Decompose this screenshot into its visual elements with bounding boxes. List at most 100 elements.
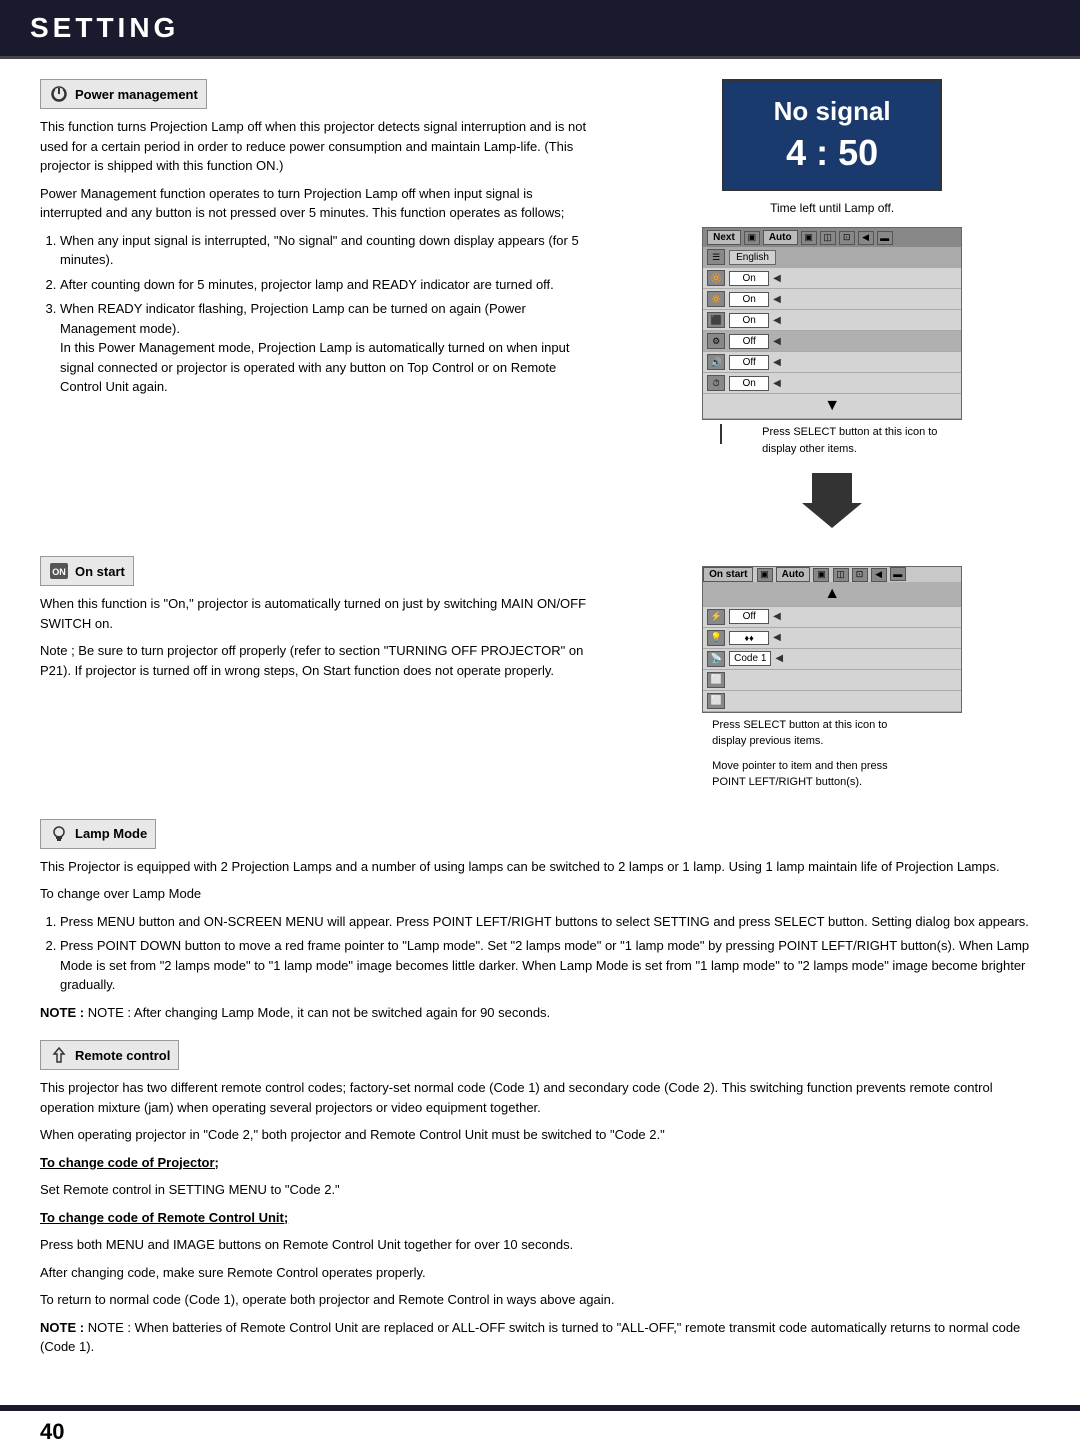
- lamp-note: NOTE : NOTE : After changing Lamp Mode, …: [40, 1003, 1040, 1023]
- remote-para1: This projector has two different remote …: [40, 1078, 1040, 1117]
- on-start-icon: ON: [49, 561, 69, 581]
- row-arrow-off1: ◀: [773, 336, 781, 347]
- row-arrow-on2: ◀: [773, 294, 781, 305]
- menu-icon-2-4: ⊡: [852, 568, 868, 582]
- after-change-text: After changing code, make sure Remote Co…: [40, 1263, 1040, 1283]
- menu-row-lang: ☰ English: [703, 247, 961, 268]
- row-arrow-lamp1: ◀: [773, 632, 781, 643]
- change-projector-label-text: To change code of Projector;: [40, 1155, 219, 1170]
- annotation-2-text: Press SELECT button at this icon to disp…: [712, 717, 912, 750]
- row-icon-on1: 🔆: [707, 270, 725, 286]
- up-arrow-icon: ▲: [824, 585, 840, 603]
- row-arrow-code: ◀: [775, 653, 783, 664]
- row-arrow-off-start: ◀: [773, 611, 781, 622]
- annotation-1-text: Press SELECT button at this icon to disp…: [762, 424, 962, 457]
- menu-bar-1: Next ▣ Auto ▣ ◫ ⊡ ◀ ▬: [703, 228, 961, 247]
- power-management-left: Power management This function turns Pro…: [40, 79, 594, 536]
- row-value-code: Code 1: [729, 651, 771, 666]
- row-icon-on2: 🔅: [707, 291, 725, 307]
- menu-icon-4: ⊡: [839, 231, 855, 245]
- row-icon-code: 📡: [707, 651, 725, 667]
- row-arrow-off2: ◀: [773, 357, 781, 368]
- lamp-step-1: Press MENU button and ON-SCREEN MENU wil…: [60, 912, 1040, 932]
- menu-icon-2-5: ◀: [871, 568, 887, 582]
- menu-row-off-start: ⚡ Off ◀: [703, 607, 961, 628]
- lamp-note-bold: NOTE :: [40, 1005, 84, 1020]
- menu-icon-2-1: ▣: [757, 568, 773, 582]
- on-start-para1: When this function is "On," projector is…: [40, 594, 594, 633]
- no-signal-display: No signal 4 : 50: [722, 79, 942, 191]
- english-value: English: [729, 250, 776, 265]
- arrow-down: [802, 473, 862, 528]
- menu-row-up: ▲: [703, 582, 961, 607]
- menu-ui-1: Next ▣ Auto ▣ ◫ ⊡ ◀ ▬ ☰ English 🔆: [702, 227, 962, 420]
- change-remote-text: Press both MENU and IMAGE buttons on Rem…: [40, 1235, 1040, 1255]
- menu-row-blank2: ⬜: [703, 691, 961, 712]
- row-icon-lang: ☰: [707, 249, 725, 265]
- annotation-3-text: Move pointer to item and then press POIN…: [712, 758, 912, 791]
- annotation-1-block: Press SELECT button at this icon to disp…: [702, 424, 962, 465]
- power-item-3: When READY indicator flashing, Projectio…: [60, 299, 594, 397]
- remote-note: NOTE : NOTE : When batteries of Remote C…: [40, 1318, 1040, 1357]
- menu-row-code: 📡 Code 1 ◀: [703, 649, 961, 670]
- no-signal-title: No signal: [754, 96, 910, 127]
- on-start-left: ON On start When this function is "On," …: [40, 556, 594, 799]
- menu-bar-2: On start ▣ Auto ▣ ◫ ⊡ ◀ ▬: [703, 567, 961, 582]
- row-arrow-on3: ◀: [773, 315, 781, 326]
- menu-icon-3: ◫: [820, 231, 836, 245]
- menu-icon-5: ◀: [858, 231, 874, 245]
- on-start-annotations: Press SELECT button at this icon to disp…: [702, 717, 962, 799]
- menu-row-off1: ⚙ Off ◀: [703, 331, 961, 352]
- menu-row-lamp1: 💡 ♦♦ ◀: [703, 628, 961, 649]
- lamp-mode-label: Lamp Mode: [75, 826, 147, 841]
- power-para2: Power Management function operates to tu…: [40, 184, 594, 223]
- power-list: When any input signal is interrupted, "N…: [60, 231, 594, 397]
- auto-button[interactable]: Auto: [763, 230, 798, 245]
- next-button[interactable]: Next: [707, 230, 741, 245]
- return-text: To return to normal code (Code 1), opera…: [40, 1290, 1040, 1310]
- change-projector-text: Set Remote control in SETTING MENU to "C…: [40, 1180, 1040, 1200]
- row-icon-blank1: ⬜: [707, 672, 725, 688]
- on-start-note: Note ; Be sure to turn projector off pro…: [40, 641, 594, 680]
- row-icon-on3: ⬛: [707, 312, 725, 328]
- lamp-note-text: NOTE : After changing Lamp Mode, it can …: [88, 1005, 550, 1020]
- menu-row-on4: ⏱ On ◀: [703, 373, 961, 394]
- remote-control-section: Remote control This projector has two di…: [40, 1040, 1040, 1357]
- change-remote-label-text: To change code of Remote Control Unit;: [40, 1210, 288, 1225]
- remote-icon: [49, 1045, 69, 1065]
- power-management-right: No signal 4 : 50 Time left until Lamp of…: [624, 79, 1040, 536]
- power-management-label: Power management: [75, 87, 198, 102]
- row-value-on4: On: [729, 376, 769, 391]
- row-value-on2: On: [729, 292, 769, 307]
- row-icon-off2: 🔊: [707, 354, 725, 370]
- remote-label: Remote control: [75, 1048, 170, 1063]
- on-start-bar-label: On start: [703, 567, 753, 582]
- menu-icon-6: ▬: [877, 231, 893, 245]
- menu-row-on3: ⬛ On ◀: [703, 310, 961, 331]
- menu-row-on2: 🔅 On ◀: [703, 289, 961, 310]
- remote-note-text: NOTE : When batteries of Remote Control …: [40, 1320, 1020, 1355]
- lamp-change-label: To change over Lamp Mode: [40, 884, 1040, 904]
- menu-icon-1: ▣: [744, 231, 760, 245]
- menu-icon-2-3: ◫: [833, 568, 849, 582]
- menu-icon-2-6: ▬: [890, 567, 906, 581]
- remote-para2: When operating projector in "Code 2," bo…: [40, 1125, 1040, 1145]
- power-icon: [49, 84, 69, 104]
- page-number: 40: [40, 1419, 64, 1445]
- power-para1: This function turns Projection Lamp off …: [40, 117, 594, 176]
- on-start-header: ON On start: [40, 556, 134, 586]
- row-value-on1: On: [729, 271, 769, 286]
- svg-text:ON: ON: [52, 567, 66, 577]
- row-value-off2: Off: [729, 355, 769, 370]
- page-title: SETTING: [30, 12, 1050, 44]
- row-icon-lamp1: 💡: [707, 630, 725, 646]
- lamp-mode-section: Lamp Mode This Projector is equipped wit…: [40, 819, 1040, 1023]
- menu-row-down: ▼: [703, 394, 961, 419]
- row-arrow-on4: ◀: [773, 378, 781, 389]
- menu-icon-2: ▣: [801, 231, 817, 245]
- arrow-body: [812, 473, 852, 503]
- row-arrow-on1: ◀: [773, 273, 781, 284]
- row-icon-on4: ⏱: [707, 375, 725, 391]
- auto-btn-2: Auto: [776, 567, 811, 582]
- power-management-section: Power management This function turns Pro…: [40, 79, 1040, 536]
